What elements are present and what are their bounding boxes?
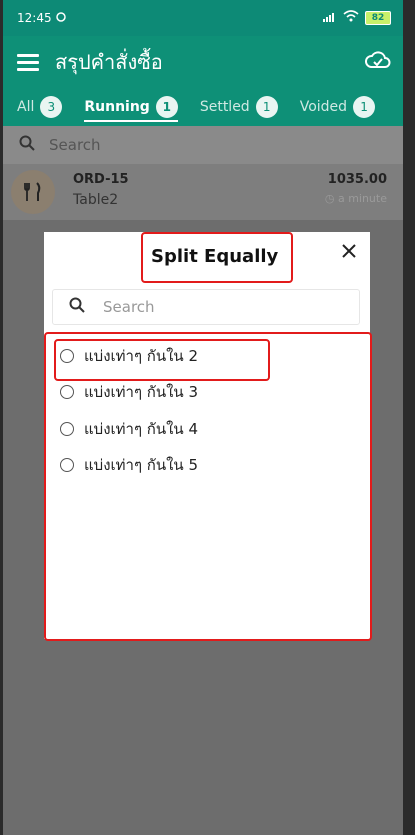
radio-button[interactable] — [60, 422, 74, 436]
option-label: แบ่งเท่าๆ กันใน 5 — [84, 456, 199, 474]
tab-running[interactable]: Running 1 — [84, 88, 179, 126]
phone-screen: 12:45 82 สรุปคำสั่งซื้อ All 3 Running 1 … — [3, 0, 403, 835]
status-time: 12:45 — [17, 11, 66, 25]
tab-all[interactable]: All 3 — [17, 88, 63, 126]
tab-label: Running — [84, 99, 150, 115]
order-amount: 1035.00 — [327, 172, 387, 187]
battery-icon: 82 — [365, 10, 391, 25]
tab-count-badge: 3 — [40, 96, 63, 118]
split-option-2[interactable]: แบ่งเท่าๆ กันใน 2 — [60, 344, 198, 368]
search-icon — [19, 135, 35, 155]
clock-icon: ◷ — [324, 192, 335, 205]
order-list-item[interactable]: ORD-15 Table2 1035.00 ◷ a minute — [3, 164, 403, 220]
tab-label: Settled — [199, 99, 250, 115]
split-equally-dialog: Split Equally Search แบ่งเท่าๆ กันใน 2 แ… — [44, 232, 372, 641]
tab-settled[interactable]: Settled 1 — [200, 88, 278, 126]
cloud-sync-icon[interactable] — [365, 50, 391, 74]
tab-count-badge: 1 — [353, 96, 376, 118]
page-title: สรุปคำสั่งซื้อ — [55, 50, 163, 74]
signal-icon — [323, 11, 337, 25]
tab-voided[interactable]: Voided 1 — [299, 88, 376, 126]
radio-button[interactable] — [60, 349, 74, 363]
radio-button[interactable] — [60, 385, 74, 399]
option-label: แบ่งเท่าๆ กันใน 4 — [84, 420, 199, 438]
option-label: แบ่งเท่าๆ กันใน 2 — [84, 347, 199, 365]
tab-label: All — [17, 99, 35, 115]
order-id: ORD-15 — [73, 172, 129, 187]
dialog-search-input[interactable]: Search — [52, 289, 360, 325]
time-text: 12:45 — [17, 11, 52, 25]
radio-button[interactable] — [60, 458, 74, 472]
menu-icon[interactable] — [17, 50, 39, 75]
order-search-bar[interactable]: Search — [3, 126, 403, 164]
tab-count-badge: 1 — [255, 96, 278, 118]
order-table: Table2 — [73, 192, 119, 208]
wifi-icon — [343, 10, 359, 25]
dialog-search-placeholder: Search — [103, 298, 155, 316]
order-time: ◷ a minute — [325, 192, 387, 205]
order-time-text: a minute — [337, 192, 387, 205]
close-icon[interactable] — [340, 242, 358, 264]
split-option-3[interactable]: แบ่งเท่าๆ กันใน 3 — [60, 380, 198, 404]
tab-label: Voided — [299, 99, 348, 115]
dialog-title: Split Equally — [151, 246, 279, 267]
order-tabs: All 3 Running 1 Settled 1 Voided 1 — [3, 88, 403, 126]
search-placeholder: Search — [49, 136, 101, 154]
restaurant-icon — [11, 170, 55, 214]
split-option-4[interactable]: แบ่งเท่าๆ กันใน 4 — [60, 417, 198, 441]
tab-count-badge: 1 — [155, 96, 178, 118]
option-label: แบ่งเท่าๆ กันใน 3 — [84, 383, 199, 401]
status-bar: 12:45 82 — [3, 0, 403, 36]
search-icon — [69, 297, 85, 317]
status-icons: 82 — [323, 10, 391, 25]
split-option-5[interactable]: แบ่งเท่าๆ กันใน 5 — [60, 453, 198, 477]
app-bar: สรุปคำสั่งซื้อ — [3, 36, 403, 88]
whatsapp-icon — [55, 11, 66, 25]
